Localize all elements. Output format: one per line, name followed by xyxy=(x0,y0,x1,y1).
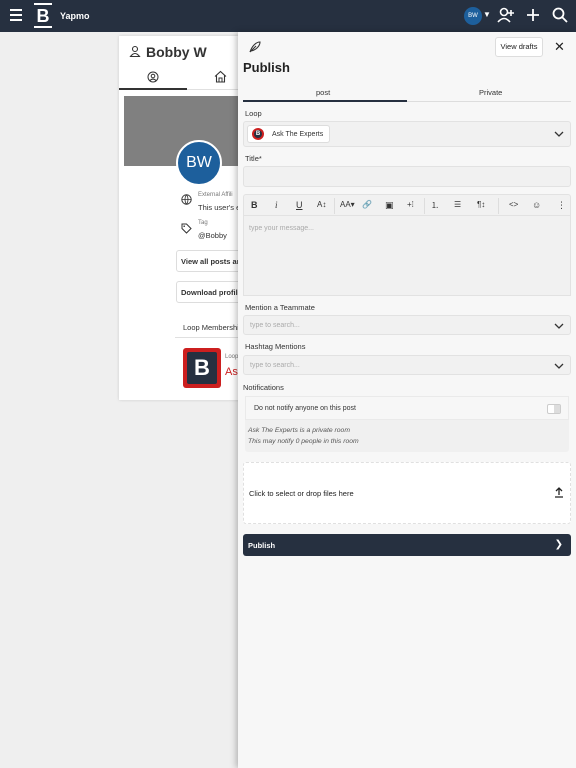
upload-icon[interactable] xyxy=(554,487,564,498)
yapmo-logo[interactable]: B xyxy=(34,3,52,28)
hamburger-menu-icon[interactable] xyxy=(10,9,22,23)
mention-label: Mention a Teammate xyxy=(245,303,315,312)
file-drop-zone[interactable]: Click to select or drop files here xyxy=(243,462,571,524)
globe-icon xyxy=(181,194,192,205)
drop-zone-text: Click to select or drop files here xyxy=(249,489,354,498)
tab-profile-icon[interactable] xyxy=(147,71,159,83)
notify-count-note: This may notify 0 people in this room xyxy=(248,438,359,445)
tab-home-icon[interactable] xyxy=(214,70,227,83)
publish-tabs: post Private xyxy=(243,82,571,102)
publish-button-label: Publish xyxy=(248,541,276,550)
link-button[interactable]: 🔗 xyxy=(362,200,372,209)
loop-chip-logo: B xyxy=(252,128,264,140)
profile-name: Bobby W xyxy=(146,44,207,60)
notifications-box: Do not notify anyone on this post Ask Th… xyxy=(245,396,569,452)
text-size-button[interactable]: A↕ xyxy=(317,200,326,209)
toolbar-divider xyxy=(498,198,499,214)
tag-icon xyxy=(181,223,192,234)
feather-icon xyxy=(249,41,261,53)
publish-title: Publish xyxy=(243,60,290,75)
more-options-button[interactable]: ⋮ xyxy=(557,200,566,211)
toolbar-divider xyxy=(334,198,335,214)
code-button[interactable]: <> xyxy=(509,200,518,209)
loop-chip[interactable]: B Ask The Experts xyxy=(247,125,331,143)
tab-private[interactable]: Private xyxy=(479,88,502,97)
loop-chip-logo-letter: B xyxy=(254,130,262,138)
loop-chip-label: Ask The Experts xyxy=(272,130,324,138)
mention-placeholder: type to search... xyxy=(250,322,300,329)
notify-toggle[interactable] xyxy=(547,404,561,414)
publish-button[interactable]: Publish ❯ xyxy=(243,534,571,556)
user-avatar[interactable]: BW xyxy=(464,7,482,25)
tag-value: @Bobby xyxy=(198,231,227,240)
message-placeholder: type your message... xyxy=(249,225,314,232)
profile-avatar: BW xyxy=(176,140,222,186)
search-icon[interactable] xyxy=(551,6,569,24)
hashtag-placeholder: type to search... xyxy=(250,362,300,369)
insert-button[interactable]: +⁞ xyxy=(407,200,414,209)
bullet-list-button[interactable]: ☰ xyxy=(454,200,461,209)
chevron-down-icon[interactable] xyxy=(554,322,564,330)
tag-label: Tag xyxy=(198,220,208,226)
image-button[interactable]: ▣ xyxy=(385,200,394,211)
brand-name: Yapmo xyxy=(60,11,90,21)
paragraph-button[interactable]: ¶↕ xyxy=(477,200,485,209)
hashtag-search-input[interactable]: type to search... xyxy=(243,355,571,375)
private-room-note: Ask The Experts is a private room xyxy=(248,427,350,434)
chevron-down-icon[interactable] xyxy=(554,130,564,138)
loop-logo[interactable]: B xyxy=(183,348,221,388)
loop-memberships-tab[interactable]: Loop Membershi xyxy=(183,323,239,332)
emoji-button[interactable]: ☺ xyxy=(532,200,541,210)
title-label: Title* xyxy=(245,154,262,163)
add-user-icon[interactable] xyxy=(497,6,515,24)
hashtag-label: Hashtag Mentions xyxy=(245,342,306,351)
editor-toolbar: B i U A↕ AA▾ 🔗 ▣ +⁞ ⒈ ☰ ¶↕ <> ☺ ⋮ xyxy=(243,194,571,216)
loop-logo-letter: B xyxy=(187,352,217,384)
underline-button[interactable]: U xyxy=(296,200,303,210)
close-icon[interactable]: ✕ xyxy=(554,39,565,55)
external-affiliation-label: External Affili xyxy=(198,192,233,198)
mention-search-input[interactable]: type to search... xyxy=(243,315,571,335)
loop-small-label: Loop xyxy=(225,354,239,360)
notify-option-row[interactable]: Do not notify anyone on this post xyxy=(245,396,569,420)
loop-label: Loop xyxy=(245,109,262,118)
plus-icon[interactable] xyxy=(524,6,542,24)
person-icon xyxy=(129,45,141,57)
ordered-list-button[interactable]: ⒈ xyxy=(431,200,439,211)
notify-option-label: Do not notify anyone on this post xyxy=(254,405,356,412)
chevron-down-icon[interactable] xyxy=(554,362,564,370)
notifications-label: Notifications xyxy=(243,383,284,392)
svg-text:B: B xyxy=(37,6,50,26)
view-drafts-button[interactable]: View drafts xyxy=(495,37,543,57)
message-editor[interactable]: type your message... xyxy=(243,216,571,296)
external-affiliation-value: This user's e xyxy=(198,203,241,212)
tab-selected-indicator xyxy=(243,100,407,102)
toggle-knob xyxy=(554,405,560,413)
bold-button[interactable]: B xyxy=(251,200,258,210)
title-input[interactable] xyxy=(243,166,571,187)
loop-select[interactable]: B Ask The Experts xyxy=(243,121,571,147)
italic-button[interactable]: i xyxy=(275,200,278,210)
top-navbar: B Yapmo BW ▼ xyxy=(0,0,576,32)
chevron-right-icon: ❯ xyxy=(554,539,563,550)
profile-card: Bobby W BW External Affili This user's e… xyxy=(119,36,249,400)
font-case-button[interactable]: AA▾ xyxy=(340,200,355,209)
user-menu-caret-icon[interactable]: ▼ xyxy=(483,10,491,19)
tab-post[interactable]: post xyxy=(316,88,330,97)
profile-tab-indicator xyxy=(119,88,187,90)
toolbar-divider xyxy=(424,198,425,214)
publish-panel: Publish View drafts ✕ post Private Loop … xyxy=(238,32,576,768)
